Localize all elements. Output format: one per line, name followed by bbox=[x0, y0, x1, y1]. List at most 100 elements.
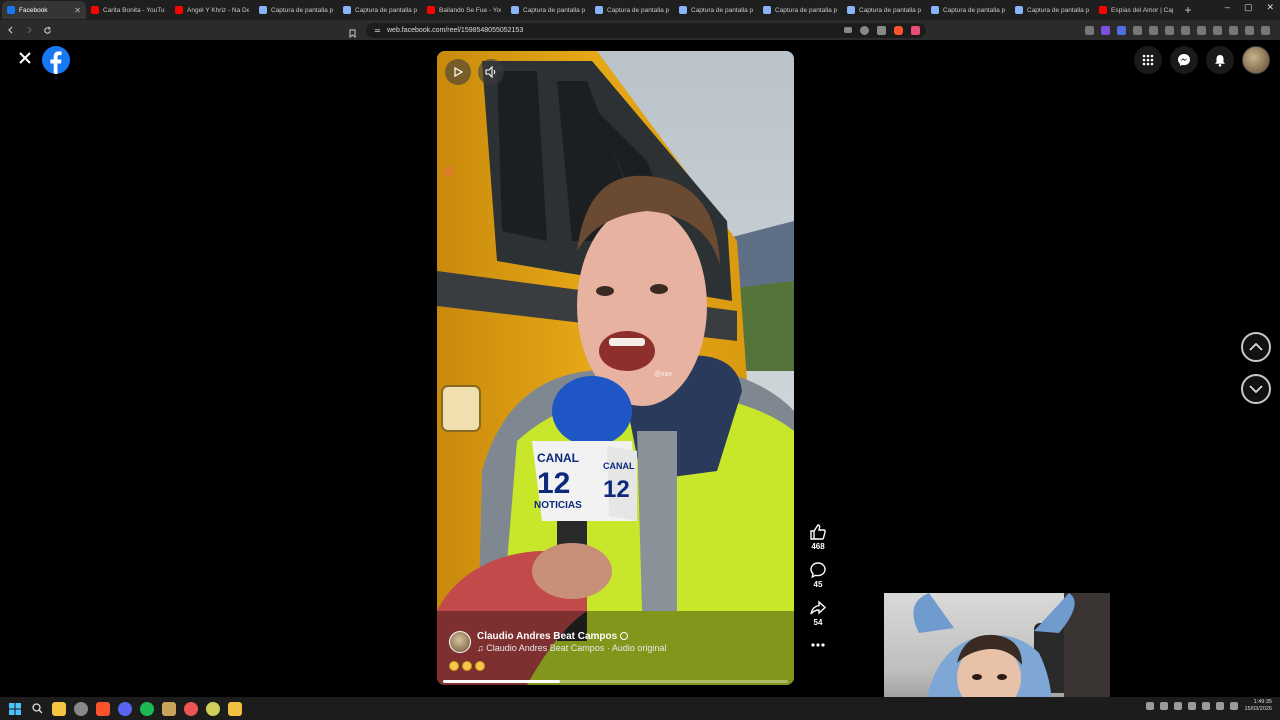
new-tab-button[interactable]: + bbox=[1178, 3, 1198, 17]
author-name[interactable]: Claudio Andres Beat Campos bbox=[477, 631, 617, 642]
play-icon bbox=[454, 67, 463, 77]
taskbar-app-icon[interactable] bbox=[162, 701, 176, 716]
brave-browser-icon[interactable] bbox=[96, 701, 110, 716]
extension-icon[interactable] bbox=[1165, 25, 1174, 35]
browser-tab[interactable]: Angel Y Khriz - Na De bbox=[170, 1, 254, 19]
tray-app-icon[interactable] bbox=[1160, 702, 1169, 710]
media-icon[interactable] bbox=[1181, 25, 1190, 35]
cast-icon[interactable] bbox=[844, 27, 852, 33]
browser-tab[interactable]: Captura de pantalla p bbox=[338, 1, 422, 19]
reel-video[interactable]: CANAL 12 NOTICIAS CANAL 12 @xav Claudio … bbox=[437, 51, 794, 685]
extension-icon[interactable] bbox=[1101, 25, 1110, 35]
browser-tab[interactable]: Facebook ✕ bbox=[2, 1, 86, 19]
volume-button[interactable] bbox=[478, 59, 504, 85]
like-count: 468 bbox=[811, 542, 825, 551]
tab-close-icon[interactable]: ✕ bbox=[74, 6, 81, 15]
author-avatar[interactable] bbox=[449, 631, 471, 653]
taskbar-app-icon[interactable] bbox=[228, 701, 242, 716]
tab-label: Captura de pantalla p bbox=[271, 6, 333, 14]
share-page-icon[interactable] bbox=[877, 25, 886, 35]
discord-icon[interactable] bbox=[118, 701, 132, 716]
maximize-button[interactable]: ▢ bbox=[1244, 2, 1253, 13]
browser-tab[interactable]: Captura de pantalla p bbox=[758, 1, 842, 19]
tab-label: Captura de pantalla p bbox=[943, 6, 1005, 14]
author-name-row[interactable]: Claudio Andres Beat Campos bbox=[477, 631, 666, 642]
top-right-menu bbox=[1134, 46, 1270, 74]
play-button[interactable] bbox=[445, 59, 471, 85]
comment-action[interactable]: 45 bbox=[809, 561, 827, 589]
search-icon[interactable] bbox=[30, 702, 44, 716]
address-bar[interactable]: web.facebook.com/reel/1598548055052153 bbox=[366, 22, 926, 38]
browser-tab[interactable]: Bailando Se Fue - You bbox=[422, 1, 506, 19]
browser-tab-strip: Facebook ✕ Carita Bonita - YouTube Angel Y … bbox=[0, 0, 1280, 20]
video-progress-bar[interactable] bbox=[443, 680, 788, 683]
browser-tab[interactable]: Captura de pantalla p bbox=[842, 1, 926, 19]
messenger-button[interactable] bbox=[1170, 46, 1198, 74]
notifications-button[interactable] bbox=[1206, 46, 1234, 74]
chevron-up-icon[interactable] bbox=[1146, 702, 1155, 710]
tab-label: Carita Bonita - YouTube bbox=[103, 6, 165, 14]
keyboard-icon[interactable] bbox=[1188, 702, 1197, 710]
menu-button[interactable] bbox=[1134, 46, 1162, 74]
browser-tab[interactable]: Captura de pantalla p bbox=[674, 1, 758, 19]
taskbar-app-icon[interactable] bbox=[74, 701, 88, 716]
next-reel-button[interactable] bbox=[1241, 374, 1271, 404]
svg-text:12: 12 bbox=[537, 467, 570, 500]
brave-rewards-icon[interactable] bbox=[911, 25, 920, 35]
windows-start-icon[interactable] bbox=[8, 702, 22, 716]
like-action[interactable]: 468 bbox=[809, 523, 827, 551]
taskbar-app-icon[interactable] bbox=[184, 701, 198, 716]
browser-tab[interactable]: Captura de pantalla p bbox=[590, 1, 674, 19]
browser-tab[interactable]: Carita Bonita - YouTube bbox=[86, 1, 170, 19]
tab-favicon-icon bbox=[595, 6, 603, 14]
file-explorer-icon[interactable] bbox=[52, 701, 66, 716]
back-button[interactable] bbox=[4, 23, 18, 37]
tab-favicon-icon bbox=[847, 6, 855, 14]
more-options-button[interactable] bbox=[811, 643, 825, 647]
tab-label: Captura de pantalla p bbox=[355, 6, 417, 14]
zoom-icon[interactable] bbox=[860, 25, 869, 35]
share-action[interactable]: 54 bbox=[809, 599, 827, 627]
taskbar-app-icon[interactable] bbox=[206, 701, 220, 716]
extension-icon[interactable] bbox=[1149, 25, 1158, 35]
extension-icon[interactable] bbox=[1085, 25, 1094, 35]
extension-icon[interactable] bbox=[1133, 25, 1142, 35]
minimize-button[interactable]: – bbox=[1225, 2, 1230, 13]
microphone-icon[interactable] bbox=[1174, 702, 1183, 710]
extension-icon[interactable] bbox=[1117, 25, 1126, 35]
tab-label: Captura de pantalla p bbox=[775, 6, 837, 14]
browser-tab[interactable]: Captura de pantalla p bbox=[1010, 1, 1094, 19]
display-icon[interactable] bbox=[1216, 702, 1225, 710]
speaker-icon[interactable] bbox=[1230, 702, 1239, 710]
shield-icon[interactable] bbox=[1245, 25, 1254, 35]
browser-tab[interactable]: Captura de pantalla p bbox=[506, 1, 590, 19]
previous-reel-button[interactable] bbox=[1241, 332, 1271, 362]
reactions[interactable] bbox=[449, 661, 779, 671]
globe-icon bbox=[620, 632, 629, 641]
profile-avatar[interactable] bbox=[1242, 46, 1270, 74]
emoji-icon bbox=[475, 661, 485, 671]
browser-tab[interactable]: Captura de pantalla p bbox=[926, 1, 1010, 19]
menu-icon[interactable] bbox=[1261, 25, 1270, 35]
system-clock[interactable]: 1:49:35 15/03/2026 bbox=[1244, 699, 1272, 713]
reload-button[interactable] bbox=[40, 23, 54, 37]
network-icon[interactable] bbox=[1202, 702, 1211, 710]
audio-track[interactable]: ♫ Claudio Andres Beat Campos · Audio ori… bbox=[477, 643, 666, 653]
close-window-button[interactable]: ✕ bbox=[1266, 2, 1274, 13]
facebook-logo-icon[interactable] bbox=[42, 46, 70, 74]
forward-button[interactable] bbox=[22, 23, 36, 37]
tab-label: Captura de pantalla p bbox=[607, 6, 669, 14]
browser-tab[interactable]: Espías del Amor | Cap bbox=[1094, 1, 1178, 19]
url-text: web.facebook.com/reel/1598548055052153 bbox=[387, 26, 524, 34]
reload-icon bbox=[43, 26, 51, 34]
video-frame: CANAL 12 NOTICIAS CANAL 12 bbox=[437, 51, 794, 685]
close-reel-button[interactable] bbox=[16, 50, 34, 68]
vpn-icon[interactable] bbox=[1229, 25, 1238, 35]
wallet-icon[interactable] bbox=[1213, 25, 1222, 35]
reel-info: Claudio Andres Beat Campos ♫ Claudio And… bbox=[449, 631, 779, 671]
spotify-icon[interactable] bbox=[140, 701, 154, 716]
browser-tab[interactable]: Captura de pantalla p bbox=[254, 1, 338, 19]
browser-toolbar: web.facebook.com/reel/1598548055052153 bbox=[0, 20, 1280, 40]
sidebar-icon[interactable] bbox=[1197, 25, 1206, 35]
brave-shield-icon[interactable] bbox=[894, 25, 903, 35]
